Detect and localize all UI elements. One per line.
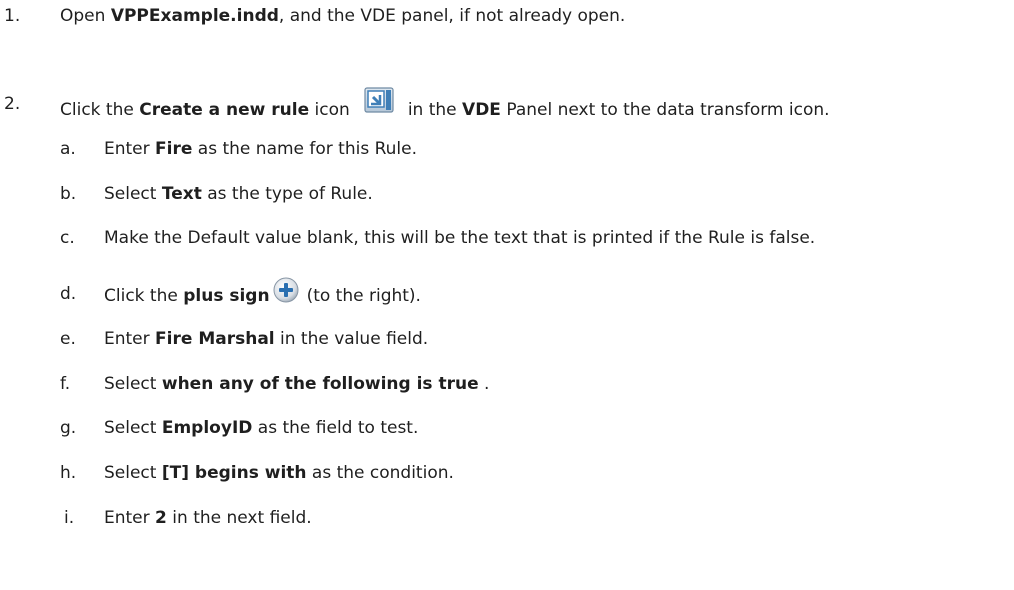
- create-rule-icon: [364, 87, 394, 113]
- substep-text: Select when any of the following is true…: [104, 374, 490, 394]
- substep-text: Enter 2 in the next field.: [104, 508, 312, 528]
- file-name: VPPExample.indd: [110, 6, 279, 26]
- step-number: 2.: [4, 94, 21, 114]
- substep-letter: d.: [60, 284, 77, 304]
- panel-name: VDE: [462, 100, 501, 120]
- button-name: Create a new rule: [139, 100, 310, 120]
- substep-letter: f.: [60, 374, 71, 394]
- substep-letter: h.: [60, 463, 77, 483]
- substep-letter: c.: [60, 228, 75, 248]
- substep-letter: b.: [60, 184, 77, 204]
- step-number: 1.: [4, 6, 21, 26]
- substep-letter: e.: [60, 329, 76, 349]
- substep-letter: g.: [60, 418, 77, 438]
- substep-text: Click the plus sign (to the right).: [104, 277, 421, 309]
- substep-letter: i.: [64, 508, 75, 528]
- step-text: Click the Create a new rule icon in the …: [60, 87, 830, 127]
- substep-text: Make the Default value blank, this will …: [104, 228, 816, 248]
- substep-text: Select EmployID as the field to test.: [104, 418, 419, 438]
- substep-text: Select [T] begins with as the condition.: [104, 463, 454, 483]
- substep-text: Enter Fire as the name for this Rule.: [104, 139, 418, 159]
- step-text: Open VPPExample.indd, and the VDE panel,…: [60, 6, 626, 26]
- substep-text: Select Text as the type of Rule.: [104, 184, 373, 204]
- plus-sign-icon: [273, 277, 299, 303]
- substep-text: Enter Fire Marshal in the value field.: [104, 329, 429, 349]
- substep-letter: a.: [60, 139, 76, 159]
